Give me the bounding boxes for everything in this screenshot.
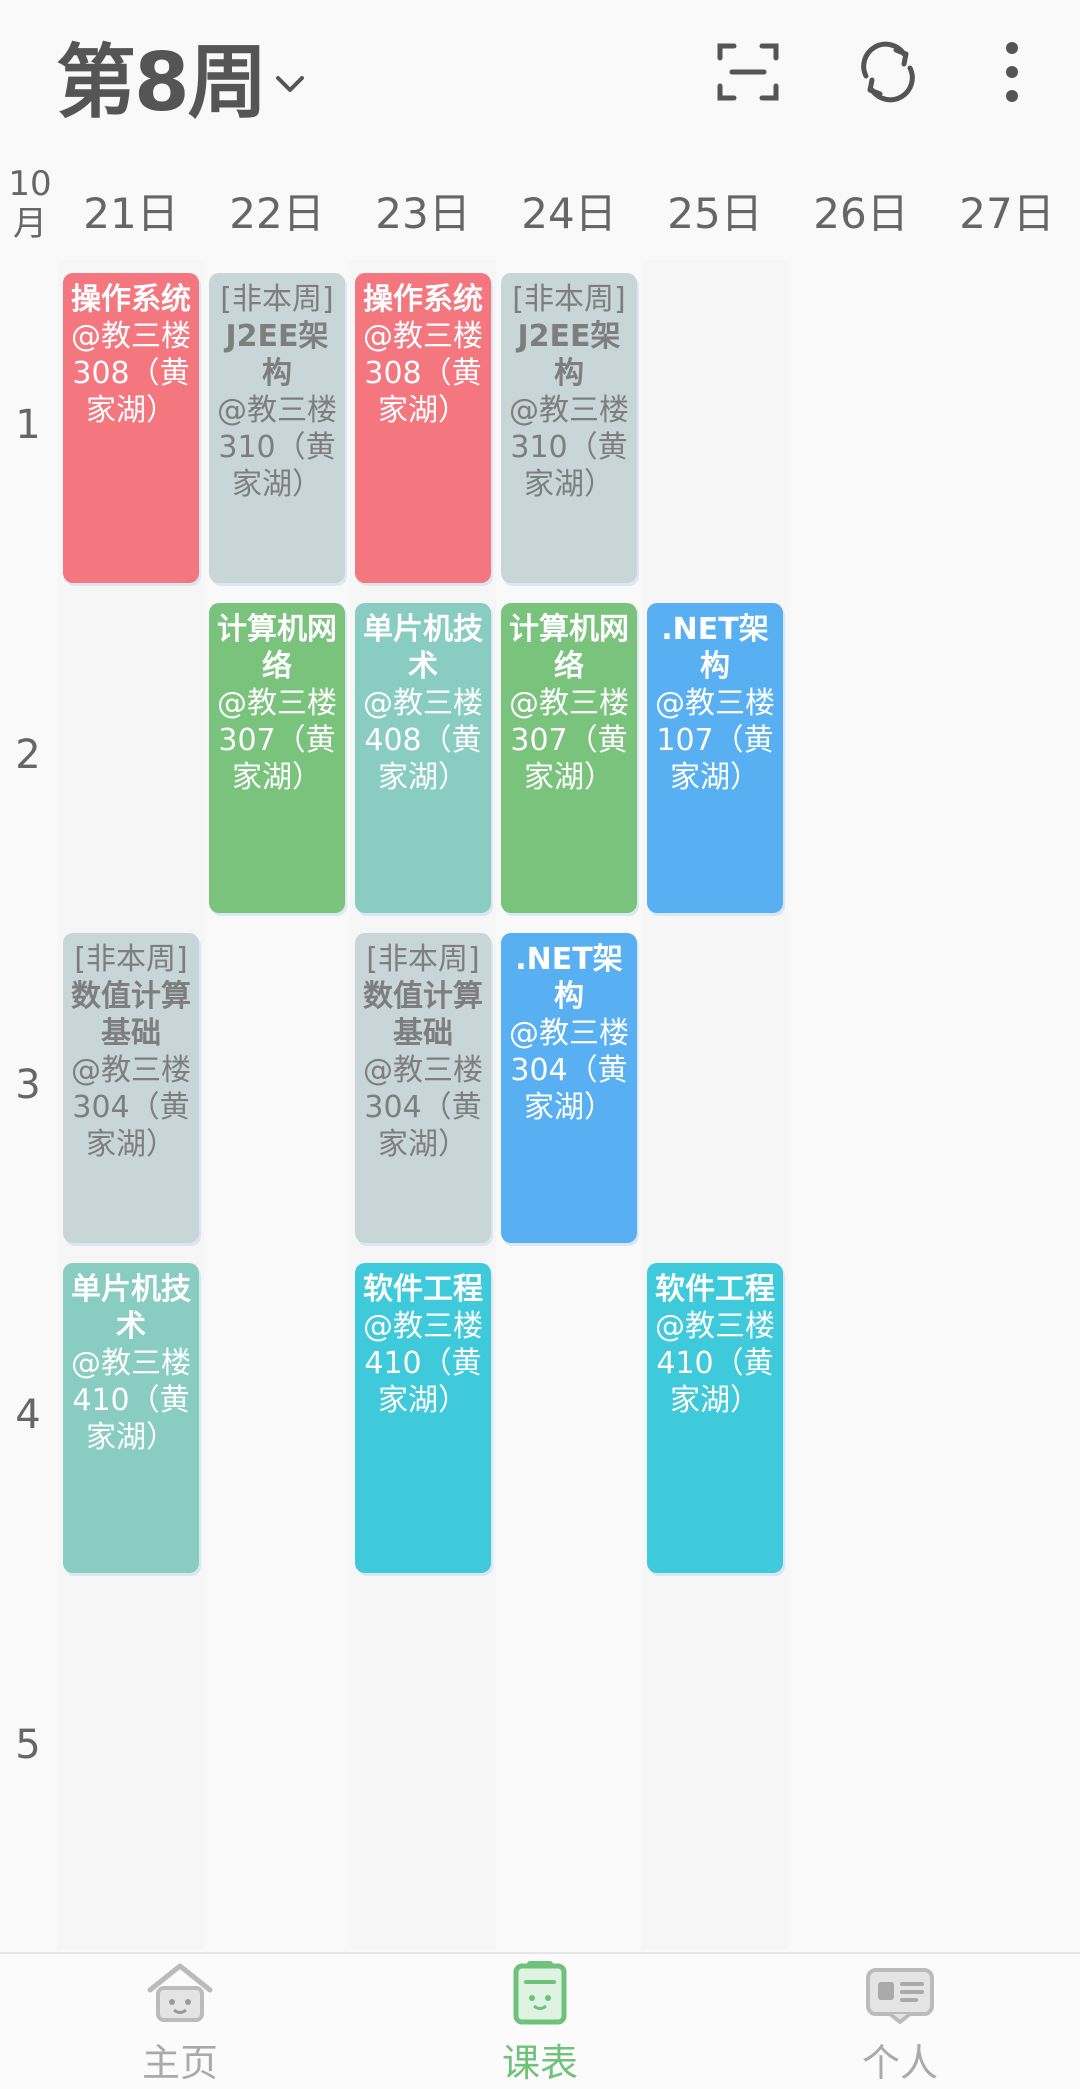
app-header: 第8周 [0, 0, 1080, 150]
day-label: 23日 [375, 189, 471, 238]
week-title: 第8周 [56, 36, 268, 129]
schedule-icon [500, 1960, 580, 2030]
course-location: @教三楼410（黄家湖） [363, 1309, 483, 1418]
course-location: @教三楼304（黄家湖） [71, 1053, 191, 1162]
course-card[interactable]: 操作系统 @教三楼308（黄家湖） [355, 273, 491, 583]
course-name: 计算机网络 [509, 612, 629, 684]
bottom-nav: 主页 课表 个人 [0, 1952, 1080, 2089]
day-label: 27日 [959, 189, 1055, 238]
day-label: 24日 [521, 189, 617, 238]
timetable-grid: 1 2 3 4 5 操作系统 @教三楼308（黄家湖） [非本周] J2EE架构 @教三… [0, 260, 1080, 1950]
day-label: 26日 [813, 189, 909, 238]
nav-profile[interactable]: 个人 [800, 1960, 1000, 2088]
more-vert-icon[interactable] [976, 36, 1048, 108]
course-location: @教三楼304（黄家湖） [363, 1053, 483, 1162]
course-card[interactable]: 单片机技术 @教三楼408（黄家湖） [355, 603, 491, 913]
course-name: .NET架构 [661, 612, 769, 684]
home-icon [140, 1960, 220, 2030]
course-card[interactable]: 软件工程 @教三楼410（黄家湖） [647, 1263, 783, 1573]
not-this-week-tag: [非本周] [512, 282, 626, 317]
nav-schedule-label: 课表 [501, 2041, 578, 2085]
scan-icon[interactable] [712, 36, 784, 108]
course-card[interactable]: .NET架构 @教三楼107（黄家湖） [647, 603, 783, 913]
chevron-down-icon [272, 72, 308, 100]
course-name: 操作系统 [363, 282, 483, 317]
course-location: @教三楼304（黄家湖） [509, 1016, 629, 1125]
course-name: .NET架构 [515, 942, 623, 1014]
course-card[interactable]: 计算机网络 @教三楼307（黄家湖） [501, 603, 637, 913]
course-name: 软件工程 [363, 1272, 483, 1307]
course-name: 软件工程 [655, 1272, 775, 1307]
course-card[interactable]: 单片机技术 @教三楼410（黄家湖） [63, 1263, 199, 1573]
course-location: @教三楼410（黄家湖） [655, 1309, 775, 1418]
period-label: 1 [15, 402, 41, 448]
period-label: 3 [15, 1062, 41, 1108]
day-label: 22日 [229, 189, 325, 238]
course-location: @教三楼308（黄家湖） [71, 319, 191, 428]
course-location: @教三楼408（黄家湖） [363, 686, 483, 795]
period-label: 2 [15, 732, 41, 778]
not-this-week-tag: [非本周] [366, 942, 480, 977]
course-card[interactable]: .NET架构 @教三楼304（黄家湖） [501, 933, 637, 1243]
nav-profile-label: 个人 [861, 2041, 938, 2085]
course-name: 单片机技术 [363, 612, 483, 684]
not-this-week-tag: [非本周] [74, 942, 188, 977]
course-location: @教三楼107（黄家湖） [655, 686, 775, 795]
course-location: @教三楼308（黄家湖） [363, 319, 483, 428]
course-name: 操作系统 [71, 282, 191, 317]
month-label: 10月 [8, 164, 52, 244]
course-name: J2EE架构 [517, 319, 621, 391]
period-label: 5 [15, 1722, 41, 1768]
course-card[interactable]: [非本周] 数值计算基础 @教三楼304（黄家湖） [63, 933, 199, 1243]
course-name: 单片机技术 [71, 1272, 191, 1344]
course-card[interactable]: [非本周] J2EE架构 @教三楼310（黄家湖） [209, 273, 345, 583]
course-card[interactable]: 操作系统 @教三楼308（黄家湖） [63, 273, 199, 583]
day-column [642, 260, 788, 1950]
course-name: 计算机网络 [217, 612, 337, 684]
course-card[interactable]: 计算机网络 @教三楼307（黄家湖） [209, 603, 345, 913]
course-card[interactable]: [非本周] 数值计算基础 @教三楼304（黄家湖） [355, 933, 491, 1243]
course-name: 数值计算基础 [363, 979, 483, 1051]
nav-schedule[interactable]: 课表 [440, 1960, 640, 2088]
day-label: 25日 [667, 189, 763, 238]
profile-card-icon [860, 1960, 940, 2030]
course-name: 数值计算基础 [71, 979, 191, 1051]
period-label: 4 [15, 1392, 41, 1438]
course-name: J2EE架构 [225, 319, 329, 391]
day-label: 21日 [83, 189, 179, 238]
not-this-week-tag: [非本周] [220, 282, 334, 317]
week-selector[interactable]: 第8周 [56, 18, 308, 134]
course-card[interactable]: 软件工程 @教三楼410（黄家湖） [355, 1263, 491, 1573]
nav-home[interactable]: 主页 [80, 1960, 280, 2088]
course-card[interactable]: [非本周] J2EE架构 @教三楼310（黄家湖） [501, 273, 637, 583]
course-location: @教三楼307（黄家湖） [217, 686, 337, 795]
date-header-row: 10月 21日 22日 23日 24日 25日 26日 27日 [0, 160, 1080, 250]
refresh-icon[interactable] [852, 36, 924, 108]
course-location: @教三楼410（黄家湖） [71, 1346, 191, 1455]
course-location: @教三楼310（黄家湖） [217, 393, 337, 502]
course-location: @教三楼307（黄家湖） [509, 686, 629, 795]
course-location: @教三楼310（黄家湖） [509, 393, 629, 502]
nav-home-label: 主页 [141, 2041, 218, 2085]
